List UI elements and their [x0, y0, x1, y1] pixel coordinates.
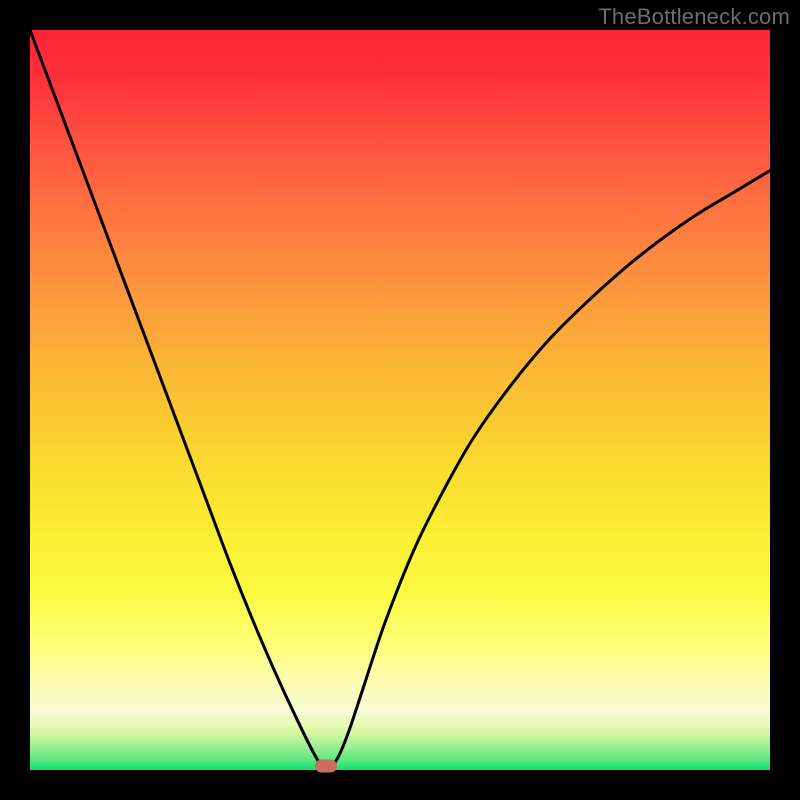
bottleneck-curve — [30, 30, 770, 770]
plot-frame — [30, 30, 770, 770]
curve-svg — [30, 30, 770, 770]
minimum-marker — [315, 760, 337, 773]
watermark-text: TheBottleneck.com — [598, 4, 790, 30]
